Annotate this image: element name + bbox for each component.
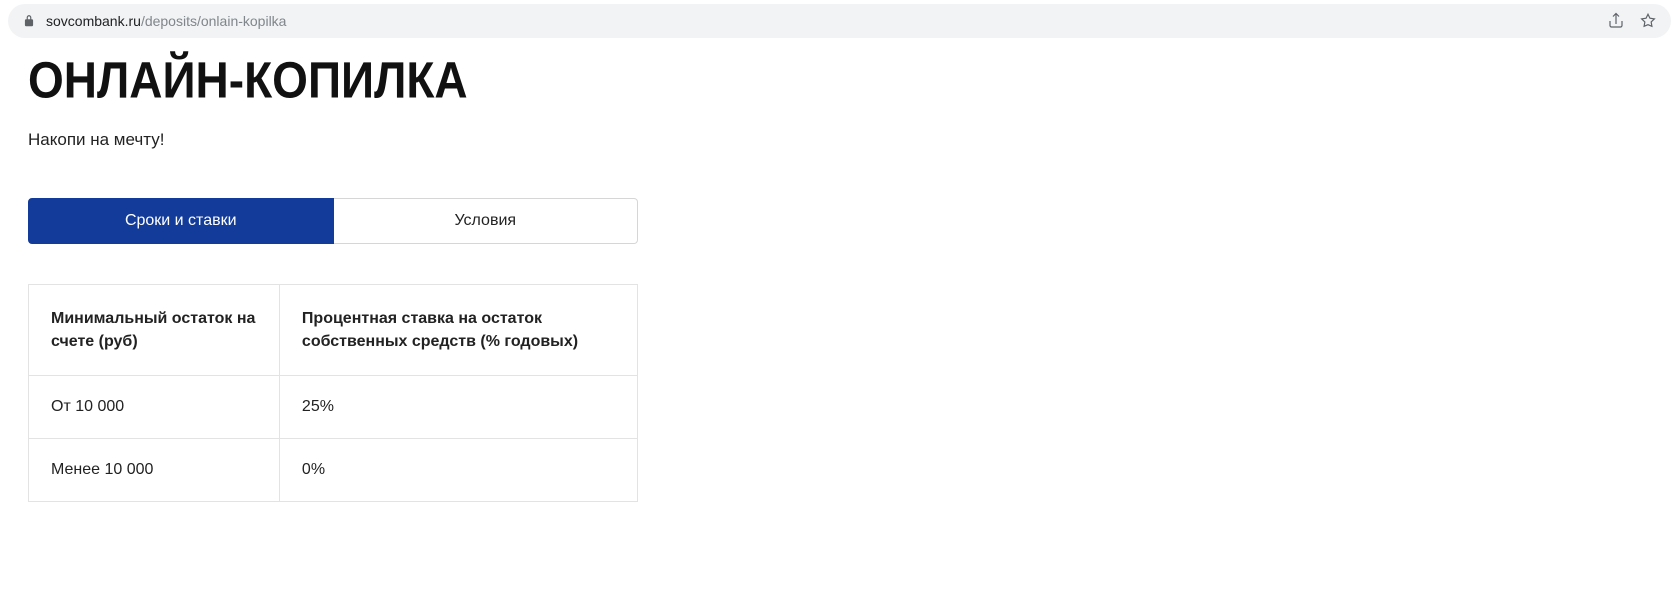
tab-rates[interactable]: Сроки и ставки [28,198,334,244]
url-text: sovcombank.ru/deposits/onlain-kopilka [46,13,286,29]
table-header-row: Минимальный остаток на счете (руб) Проце… [29,285,638,376]
table-header-cell: Минимальный остаток на счете (руб) [29,285,280,376]
tab-label: Сроки и ставки [125,212,237,229]
table-cell: Менее 10 000 [29,439,280,502]
rates-table: Минимальный остаток на счете (руб) Проце… [28,284,638,502]
page-subtitle: Накопи на мечту! [28,130,1651,150]
table-row: От 10 000 25% [29,376,638,439]
tab-conditions[interactable]: Условия [334,198,639,244]
table-cell: 25% [279,376,637,439]
page-title: ОНЛАЙН-КОПИЛКА [28,50,1651,109]
tab-label: Условия [454,212,516,229]
table-header-cell: Процентная ставка на остаток собственных… [279,285,637,376]
page-content: ОНЛАЙН-КОПИЛКА Накопи на мечту! Сроки и … [0,38,1679,542]
lock-icon [22,14,36,28]
table-cell: От 10 000 [29,376,280,439]
url-path: /deposits/onlain-kopilka [141,13,287,29]
url-domain: sovcombank.ru [46,13,141,29]
address-bar[interactable]: sovcombank.ru/deposits/onlain-kopilka [8,4,1671,38]
share-icon[interactable] [1607,12,1625,30]
tab-group: Сроки и ставки Условия [28,198,638,244]
table-row: Менее 10 000 0% [29,439,638,502]
table-cell: 0% [279,439,637,502]
star-icon[interactable] [1639,12,1657,30]
